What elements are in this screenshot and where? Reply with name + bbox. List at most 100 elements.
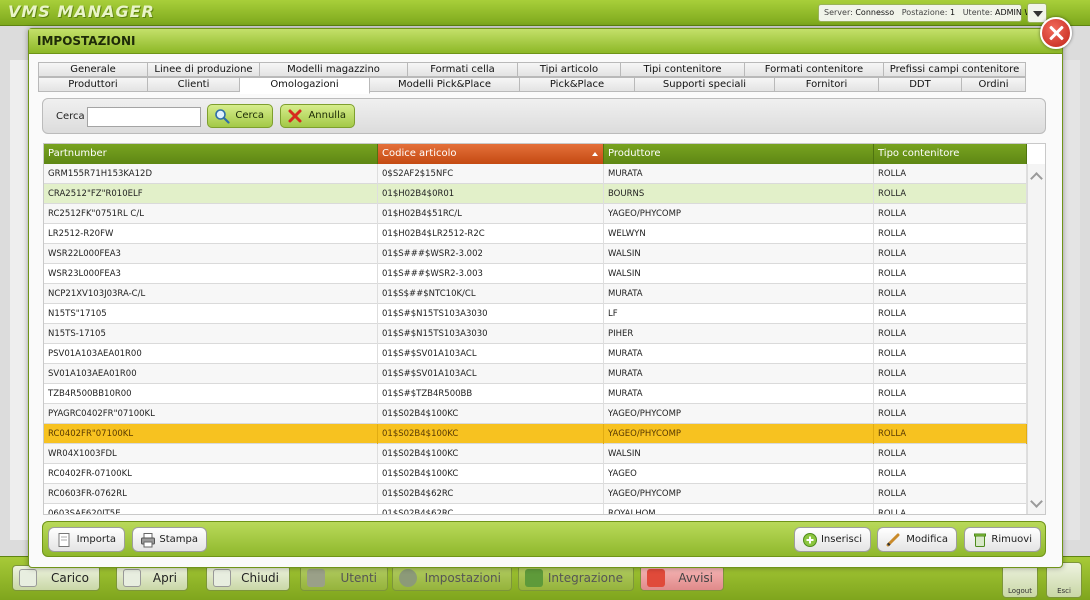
- tab-tipi-contenitore[interactable]: Tipi contenitore: [621, 62, 745, 77]
- tab-linee-produzione[interactable]: Linee di produzione: [148, 62, 260, 77]
- carico-button[interactable]: Carico: [12, 565, 100, 591]
- table-row[interactable]: RC0402FR-07100KL 01$S02B4$100KC YAGEO ROLLA: [44, 464, 1027, 484]
- cancel-button[interactable]: Annulla: [280, 104, 355, 128]
- chiudi-button[interactable]: Chiudi: [206, 565, 290, 591]
- station-label: Postazione:: [901, 8, 948, 17]
- tab-omologazioni[interactable]: Omologazioni: [240, 77, 370, 94]
- table-row[interactable]: CRA2512"FZ"R010ELF 01$H02B4$0R01 BOURNS ROL…: [44, 184, 1027, 204]
- cell-partnumber: RC2512FK"0751RL C/L: [44, 204, 378, 224]
- tab-ddt[interactable]: DDT: [879, 77, 962, 92]
- cell-produttore: LF: [604, 304, 874, 324]
- table-row[interactable]: SV01A103AEA01R00 01$S#$SV01A103ACL MURATA R…: [44, 364, 1027, 384]
- table-row[interactable]: N15TS-17105 01$S#$N15TS103A3030 PIHER ROLLA: [44, 324, 1027, 344]
- open-icon: [123, 569, 141, 587]
- scroll-down-icon[interactable]: [1031, 498, 1042, 509]
- cell-codice-articolo: 01$S#$N15TS103A3030: [378, 324, 604, 344]
- table-row[interactable]: LR2512-R20FW 01$H02B4$LR2512-R2C WELWYN ROL…: [44, 224, 1027, 244]
- table-row[interactable]: WR04X1003FDL 01$S02B4$100KC WALSIN ROLLA: [44, 444, 1027, 464]
- cell-partnumber: NCP21XV103J03RA-C/L: [44, 284, 378, 304]
- remove-button[interactable]: Rimuovi: [964, 527, 1041, 552]
- tab-fornitori[interactable]: Fornitori: [775, 77, 879, 92]
- tab-generale[interactable]: Generale: [38, 62, 148, 77]
- tab-tipi-articolo[interactable]: Tipi articolo: [518, 62, 621, 77]
- tab-supporti-speciali[interactable]: Supporti speciali: [635, 77, 775, 92]
- column-header-codice-articolo[interactable]: Codice articolo: [378, 144, 604, 164]
- table-row-selected[interactable]: RC0402FR"07100KL 01$S02B4$100KC YAGEO/PHYC…: [44, 424, 1027, 444]
- remove-button-label: Rimuovi: [991, 534, 1032, 545]
- user-label: Utente:: [962, 8, 993, 17]
- cell-codice-articolo: 01$S$##$NTC10K/CL: [378, 284, 604, 304]
- cell-tipo-contenitore: ROLLA: [874, 164, 1027, 184]
- column-header-partnumber[interactable]: Partnumber: [44, 144, 378, 164]
- utenti-button[interactable]: Utenti: [300, 565, 388, 591]
- table-row[interactable]: TZB4R500BB10R00 01$S#$TZB4R500BB MURATA ROL…: [44, 384, 1027, 404]
- tab-pick-place[interactable]: Pick&Place: [520, 77, 635, 92]
- cell-partnumber: TZB4R500BB10R00: [44, 384, 378, 404]
- cell-codice-articolo: 01$H02B4$51RC/L: [378, 204, 604, 224]
- scroll-up-icon[interactable]: [1031, 170, 1042, 181]
- close-icon[interactable]: [1040, 17, 1072, 49]
- users-icon: [307, 569, 325, 587]
- app-logo: VMS MANAGER: [8, 2, 155, 21]
- cell-partnumber: RC0402FR"07100KL: [44, 424, 378, 444]
- chevron-down-icon[interactable]: [1027, 3, 1047, 23]
- grid-header: Partnumber Codice articolo Produttore Ti…: [44, 144, 1027, 164]
- tab-modelli-magazzino[interactable]: Modelli magazzino: [260, 62, 408, 77]
- impostazioni-button[interactable]: Impostazioni: [392, 565, 512, 591]
- integrazione-button[interactable]: Integrazione: [518, 565, 634, 591]
- tab-formati-cella[interactable]: Formati cella: [408, 62, 518, 77]
- table-row[interactable]: PSV01A103AEA01R00 01$S#$SV01A103ACL MURATA…: [44, 344, 1027, 364]
- edit-button[interactable]: Modifica: [877, 527, 957, 552]
- cell-codice-articolo: 01$S02B4$62RC: [378, 484, 604, 504]
- tab-formati-contenitore[interactable]: Formati contenitore: [745, 62, 884, 77]
- cell-partnumber: WSR23L000FEA3: [44, 264, 378, 284]
- edit-button-label: Modifica: [906, 534, 948, 545]
- table-row[interactable]: 0603SAF620JT5E 01$S02B4$62RC ROYALHOM ROLLA: [44, 504, 1027, 514]
- cell-produttore: YAGEO/PHYCOMP: [604, 404, 874, 424]
- table-row[interactable]: RC0603FR-0762RL 01$S02B4$62RC YAGEO/PHYCOM…: [44, 484, 1027, 504]
- search-input[interactable]: [87, 107, 201, 127]
- cell-produttore: YAGEO/PHYCOMP: [604, 204, 874, 224]
- cell-partnumber: RC0603FR-0762RL: [44, 484, 378, 504]
- cell-tipo-contenitore: ROLLA: [874, 344, 1027, 364]
- cell-codice-articolo: 01$S#$SV01A103ACL: [378, 344, 604, 364]
- omologazioni-grid: Partnumber Codice articolo Produttore Ti…: [43, 143, 1046, 515]
- cell-partnumber: GRM155R71H153KA12D: [44, 164, 378, 184]
- table-row[interactable]: RC2512FK"0751RL C/L 01$H02B4$51RC/L YAGEO/…: [44, 204, 1027, 224]
- cell-tipo-contenitore: ROLLA: [874, 264, 1027, 284]
- print-button-label: Stampa: [159, 534, 198, 545]
- table-row[interactable]: N15TS"17105 01$S#$N15TS103A3030 LF ROLLA: [44, 304, 1027, 324]
- column-header-tipo-contenitore[interactable]: Tipo contenitore: [874, 144, 1027, 164]
- cell-partnumber: 0603SAF620JT5E: [44, 504, 378, 514]
- avvisi-label: Avvisi: [678, 571, 713, 585]
- cell-partnumber: WSR22L000FEA3: [44, 244, 378, 264]
- tab-clienti[interactable]: Clienti: [148, 77, 240, 92]
- tab-produttori[interactable]: Produttori: [38, 77, 148, 92]
- print-button[interactable]: Stampa: [132, 527, 207, 552]
- table-row[interactable]: WSR22L000FEA3 01$S###$WSR2-3.002 WALSIN ROL…: [44, 244, 1027, 264]
- table-row[interactable]: WSR23L000FEA3 01$S###$WSR2-3.003 WALSIN ROL…: [44, 264, 1027, 284]
- exit-label: Esci: [1057, 587, 1071, 595]
- cell-tipo-contenitore: ROLLA: [874, 504, 1027, 514]
- cell-partnumber: RC0402FR-07100KL: [44, 464, 378, 484]
- grid-scrollbar[interactable]: [1027, 164, 1045, 514]
- avvisi-button[interactable]: Avvisi: [640, 565, 724, 591]
- search-button[interactable]: Cerca: [207, 104, 273, 128]
- cell-produttore: YAGEO/PHYCOMP: [604, 484, 874, 504]
- tab-modelli-pick-place[interactable]: Modelli Pick&Place: [370, 77, 520, 92]
- table-row[interactable]: GRM155R71H153KA12D 0$S2AF2$15NFC MURATA ROL…: [44, 164, 1027, 184]
- column-header-produttore[interactable]: Produttore: [604, 144, 874, 164]
- table-row[interactable]: PYAGRC0402FR"07100KL 01$S02B4$100KC YAGEO/…: [44, 404, 1027, 424]
- cell-produttore: MURATA: [604, 384, 874, 404]
- cell-produttore: YAGEO/PHYCOMP: [604, 424, 874, 444]
- apri-button[interactable]: Apri: [116, 565, 188, 591]
- grid-body: GRM155R71H153KA12D 0$S2AF2$15NFC MURATA ROL…: [44, 164, 1027, 514]
- cell-partnumber: CRA2512"FZ"R010ELF: [44, 184, 378, 204]
- cell-codice-articolo: 01$S02B4$100KC: [378, 424, 604, 444]
- tab-ordini[interactable]: Ordini: [962, 77, 1026, 92]
- table-row[interactable]: NCP21XV103J03RA-C/L 01$S$##$NTC10K/CL MURA…: [44, 284, 1027, 304]
- import-button[interactable]: Importa: [48, 527, 125, 552]
- close-doc-icon: [213, 569, 231, 587]
- insert-button[interactable]: Inserisci: [794, 527, 871, 552]
- tab-prefissi-campi[interactable]: Prefissi campi contenitore: [884, 62, 1026, 77]
